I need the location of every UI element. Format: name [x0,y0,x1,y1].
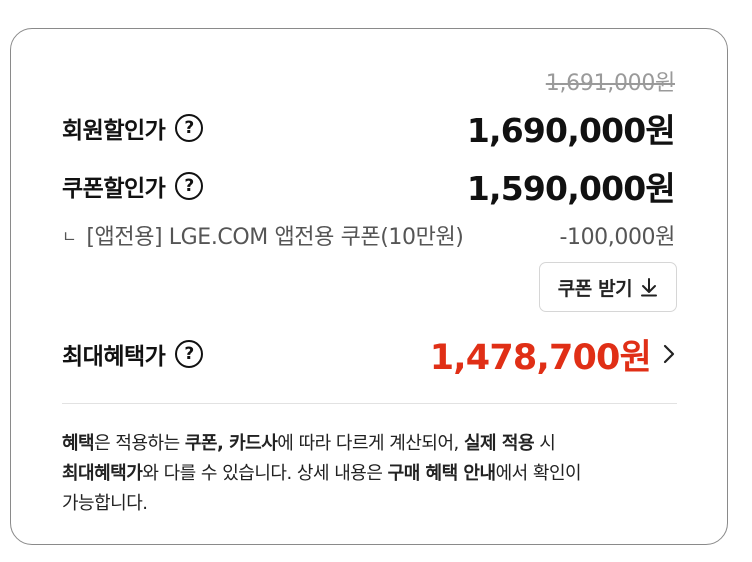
notice-text: 쿠폰, 카드사 [184,433,278,454]
notice-text: 에 따라 다르게 계산되어, [277,433,464,454]
coupon-price-value: 1,590,000원 [466,169,676,208]
max-benefit-price: 1,478,700원 [429,337,652,378]
notice-text: 최대혜택가 [62,463,143,484]
notice-text: 에서 확인이 [495,463,582,484]
coupon-price-label: 쿠폰할인가 [62,176,166,202]
coupon-download-button[interactable]: 쿠폰 받기 [539,262,677,312]
notice-text: 가능합니다. [62,493,148,514]
chevron-right-icon [663,344,675,364]
corner-arrow-icon: ㄴ [62,227,77,246]
coupon-price-label-group: 쿠폰할인가 ? [62,169,204,203]
coupon-detail-amount: -100,000원 [559,225,675,250]
coupon-detail-label: [앱전용] LGE.COM 앱전용 쿠폰(10만원) [86,225,464,250]
member-price-value: 1,690,000원 [466,111,676,150]
benefit-notice: 혜택은 적용하는 쿠폰, 카드사에 따라 다르게 계산되어, 실제 적용 시최대… [62,429,687,519]
notice-text: 실제 적용 [464,433,535,454]
coupon-price-help-icon[interactable]: ? [175,172,204,200]
member-price-help-icon[interactable]: ? [175,114,204,142]
notice-text: 와 다를 수 있습니다. 상세 내용은 [142,463,388,484]
coupon-detail-row: ㄴ [앱전용] LGE.COM 앱전용 쿠폰(10만원) -100,000원 [62,219,675,251]
max-benefit-help-icon[interactable]: ? [175,340,204,368]
coupon-download-label: 쿠폰 받기 [557,277,633,300]
member-price-row: 회원할인가 ? 1,690,000원 [62,107,676,150]
max-benefit-row: 최대혜택가 ? 1,478,700원 [62,329,675,380]
member-price-label: 회원할인가 [62,118,166,144]
original-price: 1,691,000원 [545,71,676,96]
notice-text: 시 [534,433,556,454]
member-price-label-group: 회원할인가 ? [62,111,204,145]
max-benefit-label-group: 최대혜택가 ? [62,337,204,371]
price-benefit-card: 1,691,000원 회원할인가 ? 1,690,000원 쿠폰할인가 ? 1,… [10,28,728,545]
coupon-detail-label-group: ㄴ [앱전용] LGE.COM 앱전용 쿠폰(10만원) [62,219,464,251]
notice-text: 은 적용하는 [94,433,185,454]
max-benefit-link[interactable]: 1,478,700원 [430,329,675,380]
notice-text: 구매 혜택 안내 [387,463,496,484]
max-benefit-label: 최대혜택가 [62,344,166,370]
coupon-price-row: 쿠폰할인가 ? 1,590,000원 [62,165,676,208]
notice-text: 혜택 [62,433,95,454]
divider [62,403,677,404]
download-icon [641,278,658,297]
